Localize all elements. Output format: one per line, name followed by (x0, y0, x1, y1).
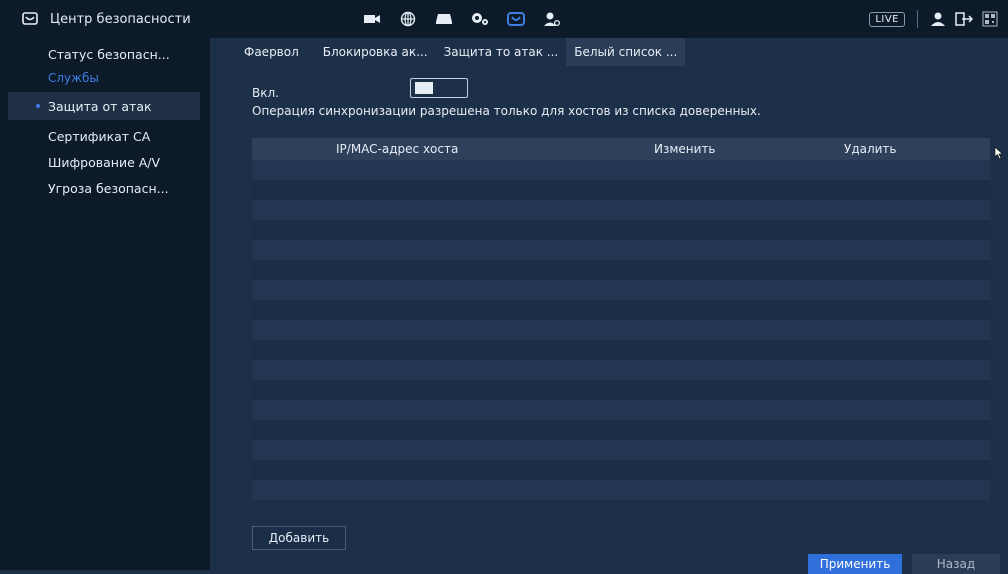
column-header-edit: Изменить (654, 142, 716, 156)
table-row (252, 240, 990, 260)
live-button[interactable]: LIVE (869, 11, 905, 27)
nav-icons (354, 6, 570, 32)
sync-note: Операция синхронизации разрешена только … (252, 104, 761, 118)
table-row (252, 460, 990, 480)
table-row (252, 420, 990, 440)
active-indicator (36, 104, 40, 108)
table-row (252, 360, 990, 380)
security-shield-icon[interactable] (498, 6, 534, 32)
sidebar-group-label: Службы (48, 71, 99, 85)
user-icon[interactable] (930, 11, 946, 27)
enable-toggle[interactable] (410, 78, 468, 98)
tab-firewall[interactable]: Фаервол (236, 38, 307, 66)
top-bar: Центр безопасности LIVE (0, 0, 1008, 38)
sidebar-item-label: Шифрование A/V (48, 154, 161, 170)
mouse-cursor-icon (994, 146, 1004, 160)
app-title: Центр безопасности (22, 8, 191, 30)
table-row (252, 380, 990, 400)
tab-whitelist[interactable]: Белый список ... (566, 38, 686, 66)
table-row (252, 300, 990, 320)
sidebar-item-label: Статус безопасн... (48, 46, 170, 62)
table-header: IP/MAC-адрес хоста Изменить Удалить (252, 138, 990, 160)
sidebar-item-label: Угроза безопасн... (48, 180, 169, 196)
table-row (252, 440, 990, 460)
tab-account-lockout[interactable]: Блокировка ак... (315, 38, 436, 66)
table-row (252, 340, 990, 360)
account-settings-icon[interactable] (534, 6, 570, 32)
table-row (252, 220, 990, 240)
tab-attack-protection[interactable]: Защита то атак ... (436, 38, 567, 66)
table-row (252, 280, 990, 300)
table-row (252, 260, 990, 280)
table-row (252, 320, 990, 340)
tab-bar: Фаервол Блокировка ак... Защита то атак … (236, 38, 686, 66)
table-row (252, 180, 990, 200)
sidebar-group-services: Службы (0, 64, 200, 92)
sidebar: Статус безопасн... Службы Защита от атак… (0, 38, 210, 570)
table-row (252, 480, 990, 500)
sidebar-item-label: Сертификат CA (48, 128, 151, 144)
add-button[interactable]: Добавить (252, 526, 346, 550)
storage-icon[interactable] (426, 6, 462, 32)
sidebar-item-security-threat[interactable]: Угроза безопасн... (0, 174, 200, 202)
settings-icon[interactable] (462, 6, 498, 32)
enable-label: Вкл. (252, 86, 279, 100)
toggle-knob (415, 82, 433, 94)
shield-icon (22, 12, 38, 25)
column-header-delete: Удалить (844, 142, 897, 156)
column-header-host-address: IP/MAC-адрес хоста (336, 142, 459, 156)
table-row (252, 400, 990, 420)
divider (917, 10, 918, 28)
apply-button[interactable]: Применить (808, 554, 902, 574)
back-button[interactable]: Назад (912, 554, 1000, 574)
whitelist-table: IP/MAC-адрес хоста Изменить Удалить (252, 138, 990, 508)
logout-icon[interactable] (954, 11, 974, 27)
sidebar-item-ca-certificate[interactable]: Сертификат CA (0, 122, 200, 150)
qr-code-icon[interactable] (982, 11, 998, 27)
table-row (252, 160, 990, 180)
app-title-text: Центр безопасности (50, 11, 191, 27)
network-icon[interactable] (390, 6, 426, 32)
sidebar-item-attack-protection[interactable]: Защита от атак (8, 92, 200, 120)
sidebar-item-label: Защита от атак (48, 98, 152, 114)
table-row (252, 200, 990, 220)
right-tools: LIVE (869, 8, 998, 30)
camera-icon[interactable] (354, 6, 390, 32)
sidebar-item-av-encryption[interactable]: Шифрование A/V (0, 148, 200, 176)
